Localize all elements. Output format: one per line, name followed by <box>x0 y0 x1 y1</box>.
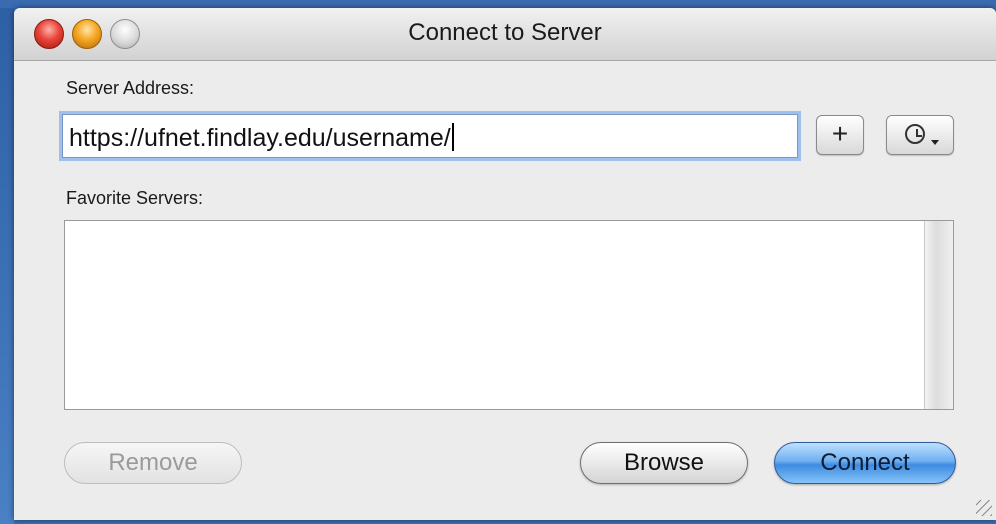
title-bar[interactable]: Connect to Server <box>14 8 996 61</box>
recent-servers-button[interactable] <box>886 115 954 155</box>
desktop-background <box>0 0 14 524</box>
add-favorite-button[interactable]: + <box>816 115 864 155</box>
server-address-value: https://ufnet.findlay.edu/username/ <box>69 123 454 153</box>
server-address-label: Server Address: <box>66 78 195 98</box>
browse-button[interactable]: Browse <box>580 442 748 484</box>
connect-to-server-window: Connect to Server Server Address: https:… <box>14 8 996 520</box>
desktop-background-top <box>0 0 996 8</box>
favorites-scrollbar[interactable] <box>924 221 953 409</box>
favorite-servers-label: Favorite Servers: <box>66 188 204 208</box>
clock-icon <box>905 124 925 144</box>
connect-button[interactable]: Connect <box>774 442 956 484</box>
window-title: Connect to Server <box>408 19 602 46</box>
text-cursor <box>451 123 454 151</box>
dropdown-arrow-icon <box>931 140 939 145</box>
server-address-input[interactable]: https://ufnet.findlay.edu/username/ <box>62 114 798 158</box>
favorite-servers-list[interactable] <box>64 220 954 410</box>
remove-button[interactable]: Remove <box>64 442 242 484</box>
resize-grip-icon[interactable] <box>976 500 992 516</box>
